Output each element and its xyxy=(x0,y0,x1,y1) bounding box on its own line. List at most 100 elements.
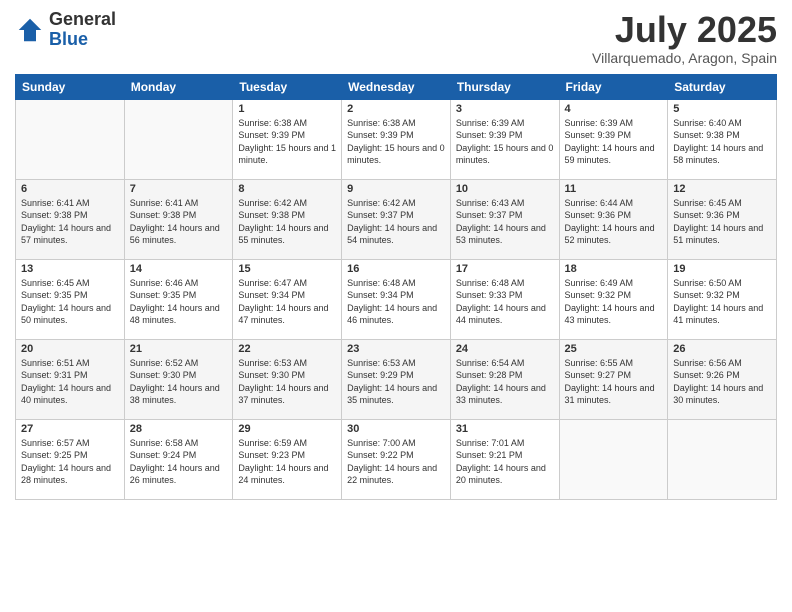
calendar-cell: 20Sunrise: 6:51 AM Sunset: 9:31 PM Dayli… xyxy=(16,339,125,419)
calendar-cell: 14 Sunrise: 6:46 AM Sunset: 9:35 PM Dayli… xyxy=(124,259,233,339)
calendar-cell: 3 Sunrise: 6:39 AM Sunset: 9:39 PM Daylig… xyxy=(450,99,559,179)
day-info: Sunrise: 6:43 AM Sunset: 9:37 PM Dayligh… xyxy=(456,197,554,247)
calendar-cell: 27 Sunrise: 6:57 AM Sunset: 9:25 PM Dayli… xyxy=(16,419,125,499)
header-monday: Monday xyxy=(124,74,233,99)
calendar-cell: 26 Sunrise: 6:56 AM Sunset: 9:26 PM Dayli… xyxy=(668,339,777,419)
calendar-table: Sunday Monday Tuesday Wednesday Thursday… xyxy=(15,74,777,500)
day-info: Sunrise: 6:59 AM Sunset: 9:23 PM Dayligh… xyxy=(238,437,336,487)
day-number: 26 xyxy=(673,343,771,355)
calendar-cell: 4 Sunrise: 6:39 AM Sunset: 9:39 PM Daylig… xyxy=(559,99,668,179)
day-info: Sunrise: 6:42 AM Sunset: 9:37 PM Dayligh… xyxy=(347,197,445,247)
calendar-cell: 2Sunrise: 6:38 AM Sunset: 9:39 PM Daylig… xyxy=(342,99,451,179)
day-number: 14 xyxy=(130,263,228,275)
calendar-body: 1 Sunrise: 6:38 AM Sunset: 9:39 PM Daylig… xyxy=(16,99,777,499)
day-info: Sunrise: 6:55 AM Sunset: 9:27 PM Dayligh… xyxy=(565,357,663,407)
day-info: Sunrise: 6:45 AM Sunset: 9:35 PM Dayligh… xyxy=(21,277,119,327)
day-info: Sunrise: 6:38 AM Sunset: 9:39 PM Dayligh… xyxy=(347,117,445,167)
title-block: July 2025 Villarquemado, Aragon, Spain xyxy=(592,10,777,66)
calendar-cell: 23Sunrise: 6:53 AM Sunset: 9:29 PM Dayli… xyxy=(342,339,451,419)
day-info: Sunrise: 6:47 AM Sunset: 9:34 PM Dayligh… xyxy=(238,277,336,327)
calendar-cell: 9 Sunrise: 6:42 AM Sunset: 9:37 PM Daylig… xyxy=(342,179,451,259)
day-info: Sunrise: 6:56 AM Sunset: 9:26 PM Dayligh… xyxy=(673,357,771,407)
calendar-cell: 1Sunrise: 6:38 AM Sunset: 9:39 PM Daylig… xyxy=(233,99,342,179)
day-number: 18 xyxy=(565,263,663,275)
day-number: 4 xyxy=(565,103,663,115)
calendar-cell xyxy=(559,419,668,499)
calendar-cell: 24 Sunrise: 6:54 AM Sunset: 9:28 PM Dayli… xyxy=(450,339,559,419)
day-info: Sunrise: 6:54 AM Sunset: 9:28 PM Dayligh… xyxy=(456,357,554,407)
day-info: Sunrise: 6:40 AM Sunset: 9:38 PM Dayligh… xyxy=(673,117,771,167)
day-number: 17 xyxy=(456,263,554,275)
day-number: 10 xyxy=(456,183,554,195)
day-number: 31 xyxy=(456,423,554,435)
calendar-header: Sunday Monday Tuesday Wednesday Thursday… xyxy=(16,74,777,99)
day-number: 6 xyxy=(21,183,119,195)
calendar-week-5: 27 Sunrise: 6:57 AM Sunset: 9:25 PM Dayli… xyxy=(16,419,777,499)
calendar-cell: 12Sunrise: 6:45 AM Sunset: 9:36 PM Dayli… xyxy=(668,179,777,259)
day-number: 11 xyxy=(565,183,663,195)
header: General Blue July 2025 Villarquemado, Ar… xyxy=(15,10,777,66)
header-friday: Friday xyxy=(559,74,668,99)
day-number: 29 xyxy=(238,423,336,435)
calendar-cell: 6 Sunrise: 6:41 AM Sunset: 9:38 PM Daylig… xyxy=(16,179,125,259)
calendar-cell: 7Sunrise: 6:41 AM Sunset: 9:38 PM Daylig… xyxy=(124,179,233,259)
calendar-cell: 10 Sunrise: 6:43 AM Sunset: 9:37 PM Dayli… xyxy=(450,179,559,259)
day-number: 16 xyxy=(347,263,445,275)
day-number: 15 xyxy=(238,263,336,275)
day-number: 25 xyxy=(565,343,663,355)
page: General Blue July 2025 Villarquemado, Ar… xyxy=(0,0,792,612)
day-number: 9 xyxy=(347,183,445,195)
logo-text: General Blue xyxy=(49,10,116,50)
day-info: Sunrise: 6:49 AM Sunset: 9:32 PM Dayligh… xyxy=(565,277,663,327)
calendar-cell: 8Sunrise: 6:42 AM Sunset: 9:38 PM Daylig… xyxy=(233,179,342,259)
day-number: 7 xyxy=(130,183,228,195)
day-info: Sunrise: 6:44 AM Sunset: 9:36 PM Dayligh… xyxy=(565,197,663,247)
calendar-cell: 18 Sunrise: 6:49 AM Sunset: 9:32 PM Dayli… xyxy=(559,259,668,339)
calendar-cell xyxy=(668,419,777,499)
header-wednesday: Wednesday xyxy=(342,74,451,99)
day-info: Sunrise: 6:53 AM Sunset: 9:30 PM Dayligh… xyxy=(238,357,336,407)
calendar-cell: 19Sunrise: 6:50 AM Sunset: 9:32 PM Dayli… xyxy=(668,259,777,339)
calendar-week-3: 13Sunrise: 6:45 AM Sunset: 9:35 PM Dayli… xyxy=(16,259,777,339)
day-number: 27 xyxy=(21,423,119,435)
calendar-cell: 31 Sunrise: 7:01 AM Sunset: 9:21 PM Dayli… xyxy=(450,419,559,499)
logo: General Blue xyxy=(15,10,116,50)
day-info: Sunrise: 7:01 AM Sunset: 9:21 PM Dayligh… xyxy=(456,437,554,487)
day-number: 24 xyxy=(456,343,554,355)
day-number: 28 xyxy=(130,423,228,435)
day-number: 23 xyxy=(347,343,445,355)
calendar-cell: 5 Sunrise: 6:40 AM Sunset: 9:38 PM Daylig… xyxy=(668,99,777,179)
day-number: 20 xyxy=(21,343,119,355)
day-info: Sunrise: 6:58 AM Sunset: 9:24 PM Dayligh… xyxy=(130,437,228,487)
day-number: 21 xyxy=(130,343,228,355)
header-thursday: Thursday xyxy=(450,74,559,99)
calendar-cell: 17Sunrise: 6:48 AM Sunset: 9:33 PM Dayli… xyxy=(450,259,559,339)
day-info: Sunrise: 6:39 AM Sunset: 9:39 PM Dayligh… xyxy=(565,117,663,167)
calendar-cell: 22 Sunrise: 6:53 AM Sunset: 9:30 PM Dayli… xyxy=(233,339,342,419)
calendar-cell: 15 Sunrise: 6:47 AM Sunset: 9:34 PM Dayli… xyxy=(233,259,342,339)
calendar-week-1: 1 Sunrise: 6:38 AM Sunset: 9:39 PM Daylig… xyxy=(16,99,777,179)
calendar-cell: 21Sunrise: 6:52 AM Sunset: 9:30 PM Dayli… xyxy=(124,339,233,419)
day-info: Sunrise: 6:46 AM Sunset: 9:35 PM Dayligh… xyxy=(130,277,228,327)
calendar-cell xyxy=(124,99,233,179)
day-info: Sunrise: 6:50 AM Sunset: 9:32 PM Dayligh… xyxy=(673,277,771,327)
subtitle: Villarquemado, Aragon, Spain xyxy=(592,50,777,66)
day-number: 3 xyxy=(456,103,554,115)
calendar-cell: 16Sunrise: 6:48 AM Sunset: 9:34 PM Dayli… xyxy=(342,259,451,339)
logo-icon xyxy=(15,15,45,45)
day-number: 5 xyxy=(673,103,771,115)
day-info: Sunrise: 6:41 AM Sunset: 9:38 PM Dayligh… xyxy=(21,197,119,247)
main-title: July 2025 xyxy=(592,10,777,50)
day-info: Sunrise: 7:00 AM Sunset: 9:22 PM Dayligh… xyxy=(347,437,445,487)
day-number: 30 xyxy=(347,423,445,435)
calendar-cell: 11 Sunrise: 6:44 AM Sunset: 9:36 PM Dayli… xyxy=(559,179,668,259)
day-info: Sunrise: 6:39 AM Sunset: 9:39 PM Dayligh… xyxy=(456,117,554,167)
header-tuesday: Tuesday xyxy=(233,74,342,99)
day-number: 1 xyxy=(238,103,336,115)
day-number: 22 xyxy=(238,343,336,355)
calendar-cell xyxy=(16,99,125,179)
header-saturday: Saturday xyxy=(668,74,777,99)
day-number: 8 xyxy=(238,183,336,195)
logo-general: General xyxy=(49,10,116,30)
day-info: Sunrise: 6:57 AM Sunset: 9:25 PM Dayligh… xyxy=(21,437,119,487)
